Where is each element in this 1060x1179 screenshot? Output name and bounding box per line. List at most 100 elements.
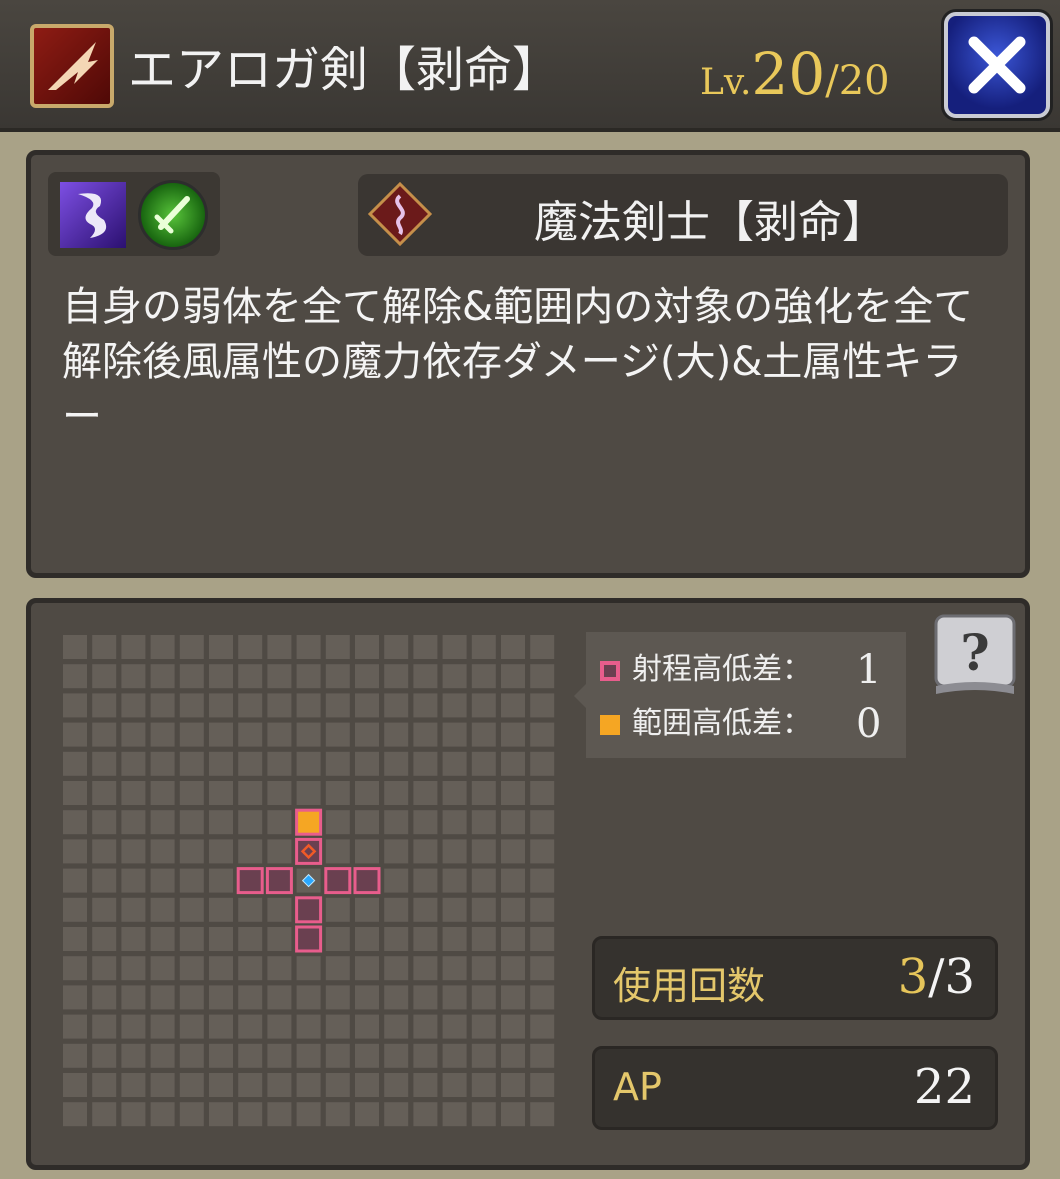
grid-cell (501, 927, 525, 951)
grid-cell (296, 693, 321, 718)
grid-cell (325, 722, 350, 747)
grid-cell (63, 839, 87, 864)
grid-cell (267, 781, 292, 805)
grid-cell (209, 1073, 233, 1097)
grid-cell (501, 1102, 525, 1127)
grid-cell (92, 810, 117, 835)
grid-cell (384, 693, 409, 718)
grid-cell (179, 1102, 204, 1127)
grid-cell (179, 781, 204, 805)
grid-cell (179, 1014, 204, 1039)
grid-cell (413, 693, 438, 718)
grid-cell (471, 635, 496, 659)
uses-max: /3 (928, 949, 975, 1005)
grid-cell (384, 722, 409, 747)
grid-cell (442, 839, 467, 864)
close-button[interactable] (944, 12, 1050, 118)
grid-cell (325, 1102, 350, 1127)
grid-cell (209, 897, 233, 922)
grid-cell (238, 810, 263, 835)
grid-cell (471, 868, 496, 893)
question-book-icon: ? (934, 614, 1016, 694)
grid-cell (325, 956, 350, 981)
grid-cell (238, 985, 263, 1010)
range-cell (236, 867, 264, 895)
grid-cell (442, 635, 467, 659)
help-button[interactable]: ? (932, 612, 1018, 698)
grid-cell (209, 810, 233, 835)
grid-cell (179, 751, 204, 776)
uses-current: 3 (897, 949, 929, 1005)
skill-level: Lv.20/20 (700, 40, 890, 110)
grid-cell (121, 751, 146, 776)
grid-cell (150, 956, 175, 981)
grid-cell (267, 956, 292, 981)
grid-cell (530, 810, 555, 835)
grid-cell (267, 1073, 292, 1097)
grid-cell (355, 781, 379, 805)
grid-cell (179, 1073, 204, 1097)
grid-cell (413, 868, 438, 893)
range-grid (63, 635, 555, 1127)
grid-cell (355, 956, 379, 981)
grid-cell (384, 1073, 409, 1097)
grid-cell (442, 985, 467, 1010)
grid-cell (150, 897, 175, 922)
grid-cell (413, 751, 438, 776)
grid-cell (63, 1102, 87, 1127)
grid-cell (442, 1102, 467, 1127)
grid-cell (209, 927, 233, 951)
grid-cell (121, 1073, 146, 1097)
grid-cell (325, 1043, 350, 1068)
grid-cell (355, 839, 379, 864)
grid-cell (179, 722, 204, 747)
grid-cell (238, 751, 263, 776)
grid-cell (442, 1014, 467, 1039)
grid-cell (296, 1073, 321, 1097)
grid-cell (355, 927, 379, 951)
grid-cell (325, 751, 350, 776)
grid-cell (121, 956, 146, 981)
ap-label: AP (613, 1065, 662, 1109)
grid-cell (384, 985, 409, 1010)
legend-row-range: 射程高低差： 1 (600, 646, 881, 694)
grid-cell (63, 956, 87, 981)
grid-cell (121, 1043, 146, 1068)
grid-cell (384, 868, 409, 893)
grid-cell (530, 897, 555, 922)
grid-cell (442, 751, 467, 776)
grid-cell (150, 781, 175, 805)
grid-cell (179, 985, 204, 1010)
grid-cell (442, 693, 467, 718)
grid-cell (267, 751, 292, 776)
grid-cell (384, 781, 409, 805)
grid-cell (150, 664, 175, 689)
grid-cell (150, 868, 175, 893)
grid-cell (530, 956, 555, 981)
area-swatch (600, 715, 620, 735)
grid-cell (179, 839, 204, 864)
range-height-value: 1 (856, 647, 882, 693)
grid-cell (121, 722, 146, 747)
grid-cell (413, 1073, 438, 1097)
grid-cell (63, 868, 87, 893)
grid-cell (413, 810, 438, 835)
area-height-value: 0 (856, 701, 882, 747)
grid-cell (150, 927, 175, 951)
grid-cell (267, 1043, 292, 1068)
grid-cell (150, 1073, 175, 1097)
ap-value: 22 (913, 1059, 975, 1115)
grid-cell (413, 927, 438, 951)
grid-cell (92, 635, 117, 659)
grid-cell (63, 985, 87, 1010)
grid-cell (501, 693, 525, 718)
grid-cell (179, 1043, 204, 1068)
grid-cell (471, 781, 496, 805)
grid-cell (92, 868, 117, 893)
grid-cell (530, 868, 555, 893)
grid-cell (296, 722, 321, 747)
grid-cell (267, 927, 292, 951)
grid-cell (325, 897, 350, 922)
area-height-label: 範囲高低差： (632, 706, 812, 741)
grid-cell (413, 1043, 438, 1068)
